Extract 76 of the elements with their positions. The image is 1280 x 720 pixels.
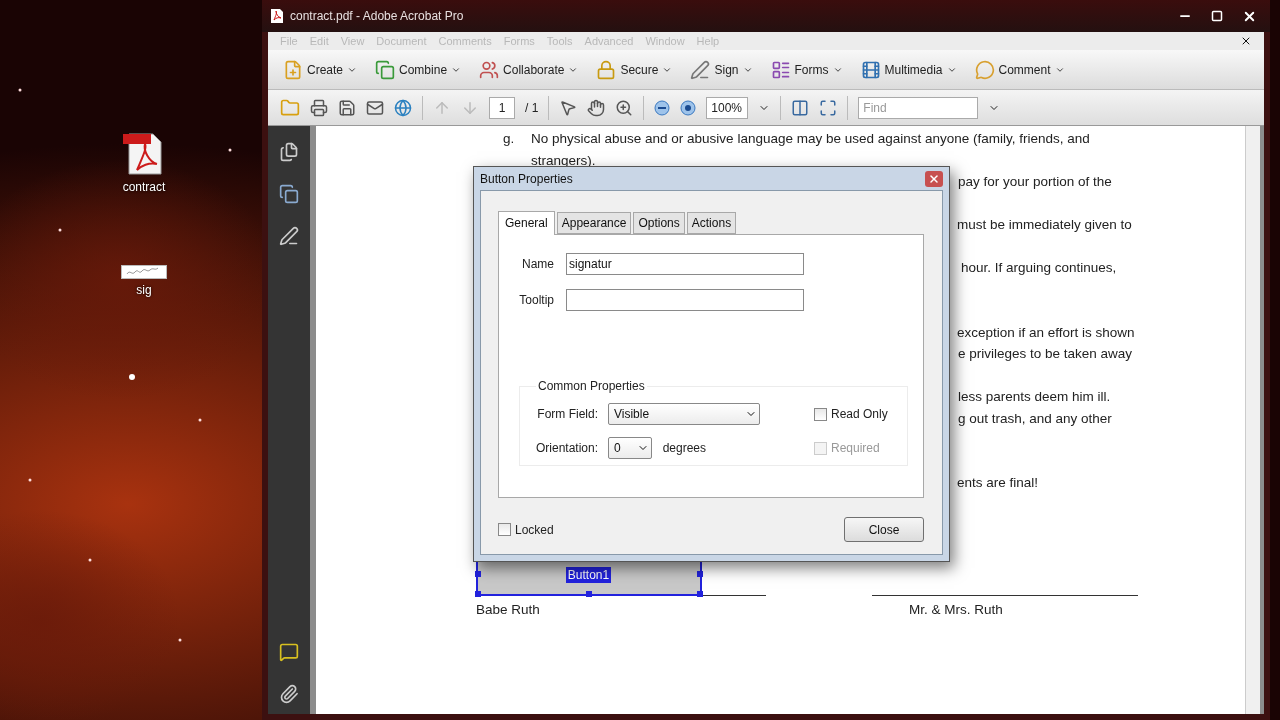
globe-icon[interactable] — [394, 98, 412, 117]
document-text: No physical abuse and or abusive language may be used against anyone (family, friends, and — [531, 130, 1090, 148]
printer-icon[interactable] — [310, 98, 328, 117]
field-label: Button1 — [565, 566, 612, 583]
task-button[interactable]: Collaborate — [476, 57, 582, 82]
paperclip-icon[interactable] — [279, 684, 299, 704]
people-icon — [479, 59, 500, 80]
image-thumbnail-icon[interactable] — [121, 265, 167, 279]
list-marker: g. — [503, 130, 515, 148]
document-text: ents are final! — [957, 474, 1039, 492]
zoom-icon[interactable] — [615, 98, 634, 117]
document-text: e privileges to be taken away — [958, 345, 1133, 363]
document-text: g out trash, and any other — [958, 409, 1112, 428]
task-button[interactable]: Comment — [971, 57, 1068, 82]
field-label: Tooltip — [518, 293, 554, 307]
checkbox[interactable]: Read Only — [814, 407, 888, 421]
tab[interactable]: Appearance — [556, 212, 632, 234]
maximize-icon — [1211, 10, 1223, 22]
mail-icon[interactable] — [366, 98, 384, 117]
desktop-icon-label[interactable]: contract — [122, 180, 166, 194]
field-label: Form Field: — [536, 407, 598, 421]
tooltip-field[interactable] — [566, 289, 804, 311]
pages-icon[interactable] — [279, 142, 299, 162]
task-button[interactable]: Multimedia — [857, 57, 960, 82]
task-button[interactable]: Create — [280, 57, 361, 82]
zoom-out-icon[interactable] — [654, 99, 671, 116]
checkbox[interactable]: Locked — [498, 522, 554, 537]
speech-bubble-icon — [974, 59, 995, 80]
padlock-icon — [596, 59, 617, 80]
desktop-icon-label[interactable]: sig — [136, 283, 152, 297]
document-text: strangers). — [531, 151, 596, 170]
field-label: Orientation: — [536, 441, 598, 455]
name-field[interactable]: signatur — [566, 253, 804, 275]
hand-icon[interactable] — [587, 98, 606, 117]
tab[interactable]: General — [498, 211, 555, 235]
dialog-title: Button Properties — [480, 171, 573, 186]
window-title: contract.pdf - Adobe Acrobat Pro — [290, 9, 465, 23]
pen-icon — [690, 59, 711, 80]
page-number-field[interactable]: 1 — [489, 96, 515, 119]
close-icon[interactable] — [1240, 35, 1252, 47]
pdf-app-icon — [270, 8, 284, 24]
signer-name: Mr. & Mrs. Ruth — [909, 601, 1004, 617]
task-button[interactable]: Combine — [372, 57, 465, 82]
unit-label: degrees — [662, 441, 706, 455]
tab[interactable]: Actions — [686, 212, 737, 234]
file-plus-icon — [283, 59, 303, 80]
document-text: hour. If arguing continues, — [961, 259, 1117, 277]
document-text: must be immediately given to — [957, 216, 1132, 234]
zoom-in-icon[interactable] — [680, 99, 697, 116]
form-button-field[interactable]: Button1 — [475, 561, 702, 596]
close-button[interactable]: Close — [844, 517, 924, 542]
documents-plus-icon — [375, 59, 396, 80]
close-icon — [928, 172, 940, 185]
signature-icon[interactable] — [279, 226, 299, 246]
task-button[interactable]: Forms — [767, 57, 846, 82]
form-icon — [770, 59, 791, 80]
select-cursor-icon[interactable] — [559, 98, 578, 117]
zoom-field[interactable]: 100% — [706, 96, 749, 119]
field-label: Name — [521, 257, 554, 271]
tab[interactable]: Options — [633, 212, 685, 234]
document-text: pay for your portion of the — [958, 173, 1112, 191]
film-icon — [860, 59, 881, 80]
comments-icon[interactable] — [279, 642, 299, 662]
document-icon[interactable] — [279, 184, 299, 204]
task-button[interactable]: Secure — [593, 57, 676, 82]
fit-page-icon[interactable] — [791, 98, 810, 117]
orientation-select[interactable]: 0 — [608, 437, 652, 459]
document-text: exception if an effort is shown — [957, 323, 1135, 342]
group-title: Common Properties — [537, 379, 646, 393]
full-screen-icon[interactable] — [819, 98, 838, 117]
task-button[interactable]: Sign — [687, 57, 756, 82]
page-count: / 1 — [525, 100, 539, 115]
document-text: less parents deem him ill. — [958, 388, 1111, 406]
signer-name: Babe Ruth — [476, 601, 541, 617]
save-icon[interactable] — [338, 98, 356, 117]
form-field-select[interactable]: Visible — [608, 403, 760, 425]
